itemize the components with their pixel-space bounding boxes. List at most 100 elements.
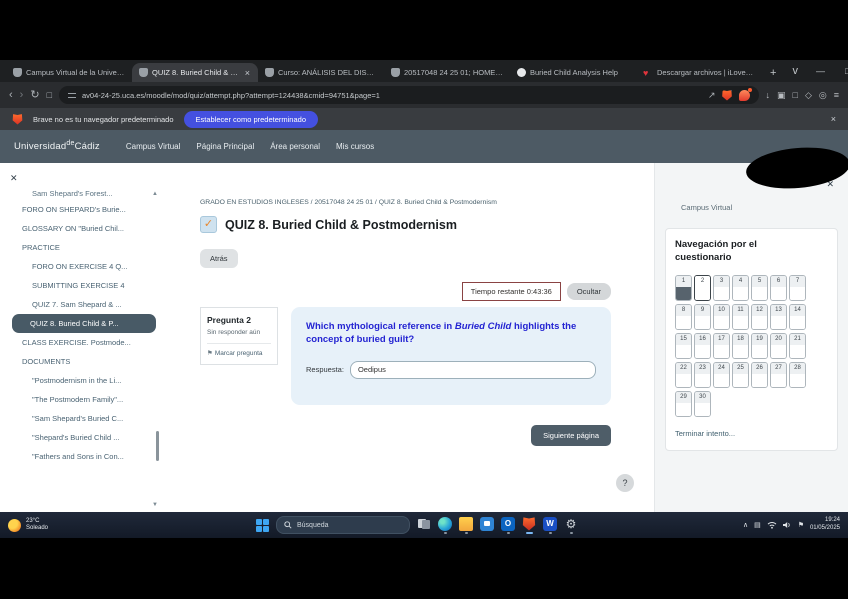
quiz-nav-question-20[interactable]: 20 xyxy=(770,332,787,359)
bookmark-icon[interactable]: □ xyxy=(47,90,52,100)
sidebar-item-12[interactable]: "The Postmodern Family"... xyxy=(0,390,162,409)
quiz-nav-question-19[interactable]: 19 xyxy=(751,332,768,359)
edge-taskbar-item[interactable] xyxy=(438,516,452,534)
quiz-nav-question-21[interactable]: 21 xyxy=(789,332,806,359)
task-view-taskbar-item[interactable] xyxy=(417,517,431,534)
quiz-nav-question-12[interactable]: 12 xyxy=(751,303,768,330)
browser-tab-2[interactable]: QUIZ 8. Buried Child & Po... × xyxy=(132,63,258,82)
sidebar-item-9[interactable]: CLASS EXERCISE. Postmode... xyxy=(0,333,162,352)
quiz-nav-question-23[interactable]: 23 xyxy=(694,361,711,388)
quiz-nav-question-9[interactable]: 9 xyxy=(694,303,711,330)
answer-input[interactable] xyxy=(349,360,596,379)
tab-close-icon[interactable]: × xyxy=(244,68,251,78)
start-button[interactable] xyxy=(256,518,269,532)
word-taskbar-item[interactable]: W xyxy=(543,516,557,534)
new-tab-button[interactable]: + xyxy=(762,63,784,82)
store-taskbar-item[interactable] xyxy=(480,516,494,534)
university-logo[interactable]: UniversidaddeCádiz xyxy=(14,140,100,152)
quiz-nav-question-11[interactable]: 11 xyxy=(732,303,749,330)
browser-tab-6[interactable]: ♥ Descargar archivos | iLovePDF xyxy=(636,63,762,82)
sidebar-item-5[interactable]: FORO ON EXERCISE 4 Q... xyxy=(0,257,162,276)
browser-tab-1[interactable]: Campus Virtual de la Universi... xyxy=(6,63,132,82)
site-settings-icon[interactable] xyxy=(68,91,76,99)
brave-taskbar-item[interactable] xyxy=(522,517,536,534)
set-default-button[interactable]: Establecer como predeterminado xyxy=(183,110,318,128)
sidebar-item-13[interactable]: "Sam Shepard's Buried C... xyxy=(0,409,162,428)
forward-icon[interactable]: › xyxy=(20,89,24,101)
sidebar-item-14[interactable]: "Shepard's Buried Child ... xyxy=(0,428,162,447)
maximize-button[interactable]: □ xyxy=(835,60,848,82)
hidden-icons-chevron[interactable]: ∧ xyxy=(743,521,748,529)
quiz-nav-question-29[interactable]: 29 xyxy=(675,390,692,417)
notification-tray-icon[interactable]: ⚑ xyxy=(798,521,804,529)
finish-attempt-link[interactable]: Terminar intento... xyxy=(675,429,828,438)
address-bar[interactable]: av04-24-25.uca.es/moodle/mod/quiz/attemp… xyxy=(59,86,759,104)
minimize-button[interactable]: — xyxy=(806,60,835,82)
quiz-nav-question-27[interactable]: 27 xyxy=(770,361,787,388)
sidebar-item-15[interactable]: "Fathers and Sons in Con... xyxy=(0,447,162,466)
drawer-scrollbar[interactable] xyxy=(156,431,159,461)
quiz-nav-question-6[interactable]: 6 xyxy=(770,274,787,301)
browser-tab-3[interactable]: Curso: ANÁLISIS DEL DISCURS... xyxy=(258,63,384,82)
explorer-taskbar-item[interactable] xyxy=(459,516,473,534)
volume-icon[interactable] xyxy=(782,521,792,529)
quiz-nav-question-7[interactable]: 7 xyxy=(789,274,806,301)
quiz-nav-question-14[interactable]: 14 xyxy=(789,303,806,330)
sidebar-item-2[interactable]: FORO ON SHEPARD's Burie... xyxy=(0,200,162,219)
help-button[interactable]: ? xyxy=(616,474,634,492)
taskbar-search[interactable]: Búsqueda xyxy=(276,516,410,534)
quiz-nav-question-18[interactable]: 18 xyxy=(732,332,749,359)
nav-pagina-principal[interactable]: Página Principal xyxy=(196,142,254,151)
quiz-nav-question-30[interactable]: 30 xyxy=(694,390,711,417)
scroll-down-icon[interactable]: ▼ xyxy=(152,502,158,508)
quiz-nav-question-13[interactable]: 13 xyxy=(770,303,787,330)
reload-icon[interactable]: ↻ xyxy=(30,89,39,101)
scroll-up-icon[interactable]: ▲ xyxy=(152,191,158,197)
quiz-nav-question-3[interactable]: 3 xyxy=(713,274,730,301)
quiz-nav-question-8[interactable]: 8 xyxy=(675,303,692,330)
nav-campus-virtual[interactable]: Campus Virtual xyxy=(126,142,181,151)
quiz-nav-question-25[interactable]: 25 xyxy=(732,361,749,388)
quiz-nav-question-17[interactable]: 17 xyxy=(713,332,730,359)
device-icon[interactable]: ▤ xyxy=(754,521,761,529)
drawer-close-icon[interactable]: ✕ xyxy=(10,173,18,184)
outlook-taskbar-item[interactable]: O xyxy=(501,516,515,534)
quiz-nav-question-16[interactable]: 16 xyxy=(694,332,711,359)
brave-shield-extension-icon[interactable] xyxy=(722,90,732,101)
sidebar-item-7[interactable]: QUIZ 7. Sam Shepard & ... xyxy=(0,295,162,314)
quiz-nav-question-22[interactable]: 22 xyxy=(675,361,692,388)
quiz-nav-question-2[interactable]: 2 xyxy=(694,274,711,301)
next-page-button[interactable]: Siguiente página xyxy=(531,424,611,446)
brave-rewards-icon[interactable]: ◇ xyxy=(805,90,812,101)
downloads-icon[interactable]: ↓ xyxy=(766,90,771,100)
taskbar-clock[interactable]: 19:24 01/05/2025 xyxy=(810,517,840,533)
extension-icon[interactable] xyxy=(738,87,752,101)
reading-list-icon[interactable]: □ xyxy=(793,90,798,100)
quiz-nav-question-10[interactable]: 10 xyxy=(713,303,730,330)
weather-widget[interactable]: 23°C Soleado xyxy=(8,512,48,538)
sidebar-item-3[interactable]: GLOSSARY ON "Buried Chil... xyxy=(0,219,162,238)
quiz-nav-question-15[interactable]: 15 xyxy=(675,332,692,359)
sidebar-item-1[interactable]: Sam Shepard's Forest... xyxy=(0,189,162,200)
sidebar-item-6[interactable]: SUBMITTING EXERCISE 4 xyxy=(0,276,162,295)
menu-icon[interactable]: ≡ xyxy=(834,90,839,100)
nav-mis-cursos[interactable]: Mis cursos xyxy=(336,142,374,151)
hide-timer-button[interactable]: Ocultar xyxy=(566,283,611,300)
quiz-nav-question-4[interactable]: 4 xyxy=(732,274,749,301)
quiz-nav-question-5[interactable]: 5 xyxy=(751,274,768,301)
quiz-nav-question-28[interactable]: 28 xyxy=(789,361,806,388)
back-to-course-button[interactable]: Atrás xyxy=(200,249,238,268)
sidebar-item-8[interactable]: QUIZ 8. Buried Child & P... xyxy=(12,314,156,333)
breadcrumb[interactable]: GRADO EN ESTUDIOS INGLESES / 20517048 24… xyxy=(200,199,611,206)
quiz-nav-question-26[interactable]: 26 xyxy=(751,361,768,388)
sidebar-item-10[interactable]: DOCUMENTS xyxy=(0,352,162,371)
share-icon[interactable]: ↗ xyxy=(708,90,716,101)
notification-close-icon[interactable]: × xyxy=(831,114,836,124)
quiz-nav-question-24[interactable]: 24 xyxy=(713,361,730,388)
quiz-nav-question-1[interactable]: 1 xyxy=(675,274,692,301)
nav-area-personal[interactable]: Área personal xyxy=(270,142,320,151)
sidebar-item-4[interactable]: PRACTICE xyxy=(0,238,162,257)
sidebar-item-11[interactable]: "Postmodernism in the Li... xyxy=(0,371,162,390)
tab-search-icon[interactable]: v xyxy=(784,62,806,81)
url-text[interactable]: av04-24-25.uca.es/moodle/mod/quiz/attemp… xyxy=(82,91,702,100)
